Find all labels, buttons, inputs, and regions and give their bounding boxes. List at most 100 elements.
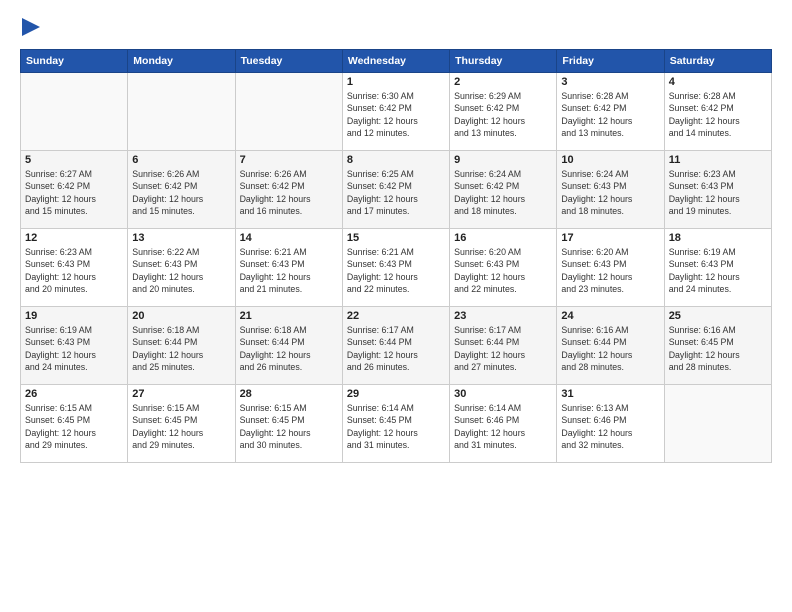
day-number: 6	[132, 154, 230, 166]
day-number: 7	[240, 154, 338, 166]
header-thursday: Thursday	[450, 50, 557, 73]
day-info: Sunrise: 6:16 AM Sunset: 6:44 PM Dayligh…	[561, 324, 659, 373]
day-cell: 11 Sunrise: 6:23 AM Sunset: 6:43 PM Dayli…	[664, 151, 771, 229]
day-number: 18	[669, 232, 767, 244]
day-cell: 3 Sunrise: 6:28 AM Sunset: 6:42 PM Daylig…	[557, 73, 664, 151]
day-number: 21	[240, 310, 338, 322]
day-info: Sunrise: 6:21 AM Sunset: 6:43 PM Dayligh…	[240, 246, 338, 295]
day-number: 16	[454, 232, 552, 244]
day-number: 4	[669, 76, 767, 88]
day-number: 19	[25, 310, 123, 322]
day-cell: 6Sunrise: 6:26 AM Sunset: 6:42 PM Daylig…	[128, 151, 235, 229]
day-cell: 22 Sunrise: 6:17 AM Sunset: 6:44 PM Dayli…	[342, 307, 449, 385]
day-info: Sunrise: 6:16 AM Sunset: 6:45 PM Dayligh…	[669, 324, 767, 373]
day-number: 5	[25, 154, 123, 166]
day-info: Sunrise: 6:19 AM Sunset: 6:43 PM Dayligh…	[25, 324, 123, 373]
day-cell: 26 Sunrise: 6:15 AM Sunset: 6:45 PM Dayli…	[21, 385, 128, 463]
day-number: 20	[132, 310, 230, 322]
day-cell: 17 Sunrise: 6:20 AM Sunset: 6:43 PM Dayli…	[557, 229, 664, 307]
day-cell: 4Sunrise: 6:28 AM Sunset: 6:42 PM Daylig…	[664, 73, 771, 151]
day-cell: 13 Sunrise: 6:22 AM Sunset: 6:43 PM Dayli…	[128, 229, 235, 307]
day-info: Sunrise: 6:20 AM Sunset: 6:43 PM Dayligh…	[454, 246, 552, 295]
day-cell: 25 Sunrise: 6:16 AM Sunset: 6:45 PM Dayli…	[664, 307, 771, 385]
day-number: 15	[347, 232, 445, 244]
day-cell: 24 Sunrise: 6:16 AM Sunset: 6:44 PM Dayli…	[557, 307, 664, 385]
day-info: Sunrise: 6:23 AM Sunset: 6:43 PM Dayligh…	[25, 246, 123, 295]
header-saturday: Saturday	[664, 50, 771, 73]
day-cell: 15 Sunrise: 6:21 AM Sunset: 6:43 PM Dayli…	[342, 229, 449, 307]
day-info: Sunrise: 6:22 AM Sunset: 6:43 PM Dayligh…	[132, 246, 230, 295]
logo-icon	[22, 18, 40, 36]
day-info: Sunrise: 6:14 AM Sunset: 6:46 PM Dayligh…	[454, 402, 552, 451]
day-cell: 21Sunrise: 6:18 AM Sunset: 6:44 PM Dayli…	[235, 307, 342, 385]
day-cell: 12 Sunrise: 6:23 AM Sunset: 6:43 PM Dayli…	[21, 229, 128, 307]
day-info: Sunrise: 6:28 AM Sunset: 6:42 PM Dayligh…	[561, 90, 659, 139]
day-number: 31	[561, 388, 659, 400]
day-number: 27	[132, 388, 230, 400]
day-number: 17	[561, 232, 659, 244]
day-cell: 18Sunrise: 6:19 AM Sunset: 6:43 PM Dayli…	[664, 229, 771, 307]
day-info: Sunrise: 6:18 AM Sunset: 6:44 PM Dayligh…	[132, 324, 230, 373]
day-number: 13	[132, 232, 230, 244]
day-number: 9	[454, 154, 552, 166]
day-info: Sunrise: 6:24 AM Sunset: 6:43 PM Dayligh…	[561, 168, 659, 217]
day-number: 26	[25, 388, 123, 400]
day-cell: 19 Sunrise: 6:19 AM Sunset: 6:43 PM Dayli…	[21, 307, 128, 385]
day-number: 8	[347, 154, 445, 166]
header-friday: Friday	[557, 50, 664, 73]
day-number: 24	[561, 310, 659, 322]
day-cell	[21, 73, 128, 151]
day-number: 25	[669, 310, 767, 322]
day-cell: 7 Sunrise: 6:26 AM Sunset: 6:42 PM Daylig…	[235, 151, 342, 229]
logo	[20, 16, 40, 41]
page: SundayMondayTuesdayWednesdayThursdayFrid…	[0, 0, 792, 612]
day-number: 11	[669, 154, 767, 166]
day-cell: 29Sunrise: 6:14 AM Sunset: 6:45 PM Dayli…	[342, 385, 449, 463]
day-cell: 31Sunrise: 6:13 AM Sunset: 6:46 PM Dayli…	[557, 385, 664, 463]
day-info: Sunrise: 6:15 AM Sunset: 6:45 PM Dayligh…	[240, 402, 338, 451]
day-cell: 2 Sunrise: 6:29 AM Sunset: 6:42 PM Daylig…	[450, 73, 557, 151]
day-number: 22	[347, 310, 445, 322]
day-cell: 16 Sunrise: 6:20 AM Sunset: 6:43 PM Dayli…	[450, 229, 557, 307]
day-info: Sunrise: 6:26 AM Sunset: 6:42 PM Dayligh…	[240, 168, 338, 217]
day-info: Sunrise: 6:25 AM Sunset: 6:42 PM Dayligh…	[347, 168, 445, 217]
header-tuesday: Tuesday	[235, 50, 342, 73]
day-cell	[128, 73, 235, 151]
header	[20, 16, 772, 41]
day-info: Sunrise: 6:29 AM Sunset: 6:42 PM Dayligh…	[454, 90, 552, 139]
day-cell: 27 Sunrise: 6:15 AM Sunset: 6:45 PM Dayli…	[128, 385, 235, 463]
header-row: SundayMondayTuesdayWednesdayThursdayFrid…	[21, 50, 772, 73]
day-info: Sunrise: 6:30 AM Sunset: 6:42 PM Dayligh…	[347, 90, 445, 139]
day-cell: 20 Sunrise: 6:18 AM Sunset: 6:44 PM Dayli…	[128, 307, 235, 385]
day-cell: 10 Sunrise: 6:24 AM Sunset: 6:43 PM Dayli…	[557, 151, 664, 229]
day-cell: 14Sunrise: 6:21 AM Sunset: 6:43 PM Dayli…	[235, 229, 342, 307]
day-info: Sunrise: 6:17 AM Sunset: 6:44 PM Dayligh…	[347, 324, 445, 373]
day-cell: 5 Sunrise: 6:27 AM Sunset: 6:42 PM Daylig…	[21, 151, 128, 229]
day-info: Sunrise: 6:27 AM Sunset: 6:42 PM Dayligh…	[25, 168, 123, 217]
day-info: Sunrise: 6:20 AM Sunset: 6:43 PM Dayligh…	[561, 246, 659, 295]
day-cell: 28 Sunrise: 6:15 AM Sunset: 6:45 PM Dayli…	[235, 385, 342, 463]
day-cell	[664, 385, 771, 463]
header-wednesday: Wednesday	[342, 50, 449, 73]
day-info: Sunrise: 6:14 AM Sunset: 6:45 PM Dayligh…	[347, 402, 445, 451]
day-cell: 23 Sunrise: 6:17 AM Sunset: 6:44 PM Dayli…	[450, 307, 557, 385]
day-info: Sunrise: 6:17 AM Sunset: 6:44 PM Dayligh…	[454, 324, 552, 373]
day-number: 1	[347, 76, 445, 88]
week-row-1: 1 Sunrise: 6:30 AM Sunset: 6:42 PM Daylig…	[21, 73, 772, 151]
day-info: Sunrise: 6:21 AM Sunset: 6:43 PM Dayligh…	[347, 246, 445, 295]
day-number: 2	[454, 76, 552, 88]
day-number: 30	[454, 388, 552, 400]
day-number: 3	[561, 76, 659, 88]
day-number: 23	[454, 310, 552, 322]
day-info: Sunrise: 6:23 AM Sunset: 6:43 PM Dayligh…	[669, 168, 767, 217]
header-sunday: Sunday	[21, 50, 128, 73]
day-cell: 1 Sunrise: 6:30 AM Sunset: 6:42 PM Daylig…	[342, 73, 449, 151]
week-row-5: 26 Sunrise: 6:15 AM Sunset: 6:45 PM Dayli…	[21, 385, 772, 463]
day-info: Sunrise: 6:15 AM Sunset: 6:45 PM Dayligh…	[25, 402, 123, 451]
day-number: 28	[240, 388, 338, 400]
day-cell: 30 Sunrise: 6:14 AM Sunset: 6:46 PM Dayli…	[450, 385, 557, 463]
day-number: 12	[25, 232, 123, 244]
day-number: 10	[561, 154, 659, 166]
header-monday: Monday	[128, 50, 235, 73]
day-info: Sunrise: 6:15 AM Sunset: 6:45 PM Dayligh…	[132, 402, 230, 451]
